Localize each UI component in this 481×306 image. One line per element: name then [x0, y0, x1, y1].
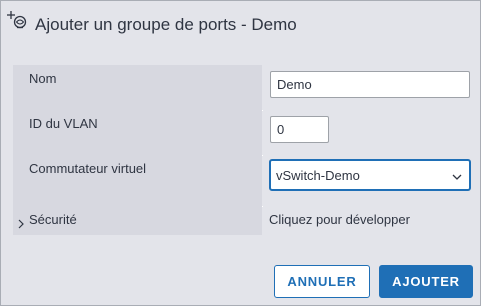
vlan-label: ID du VLAN [29, 116, 98, 131]
vlan-row: ID du VLAN [13, 110, 476, 156]
security-label: Sécurité [29, 212, 77, 227]
dialog-header: Ajouter un groupe de ports - Demo [1, 1, 480, 49]
vswitch-label: Commutateur virtuel [29, 161, 147, 176]
security-label-cell[interactable]: Sécurité [13, 206, 262, 235]
add-port-group-dialog: Ajouter un groupe de ports - Demo Nom ID… [0, 0, 481, 306]
vswitch-select-value: vSwitch-Demo [276, 168, 360, 183]
name-input[interactable] [270, 71, 470, 98]
chevron-right-icon[interactable] [17, 216, 25, 229]
add-port-group-icon [6, 10, 28, 30]
cancel-button[interactable]: ANNULER [274, 265, 370, 298]
vlan-value-cell [263, 110, 476, 155]
chevron-down-icon [451, 169, 463, 180]
vswitch-label-cell: Commutateur virtuel [13, 155, 262, 206]
name-label-cell: Nom [13, 65, 262, 110]
add-button[interactable]: AJOUTER [379, 265, 473, 298]
vswitch-select[interactable]: vSwitch-Demo [269, 159, 471, 191]
port-group-form: Nom ID du VLAN Commutateur virtuel [13, 65, 476, 235]
name-value-cell [263, 65, 476, 110]
vlan-label-cell: ID du VLAN [13, 110, 262, 155]
expand-hint-text: Cliquez pour développer [269, 212, 410, 227]
vswitch-row: Commutateur virtuel vSwitch-Demo [13, 155, 476, 207]
security-value-cell[interactable]: Cliquez pour développer [263, 206, 476, 235]
dialog-title: Ajouter un groupe de ports - Demo [35, 15, 297, 34]
dialog-body: Nom ID du VLAN Commutateur virtuel [1, 49, 480, 305]
name-label: Nom [29, 71, 57, 86]
name-row: Nom [13, 65, 476, 111]
security-row[interactable]: Sécurité Cliquez pour développer [13, 206, 476, 235]
vlan-id-input[interactable] [270, 116, 329, 143]
vswitch-value-cell: vSwitch-Demo [263, 155, 476, 206]
